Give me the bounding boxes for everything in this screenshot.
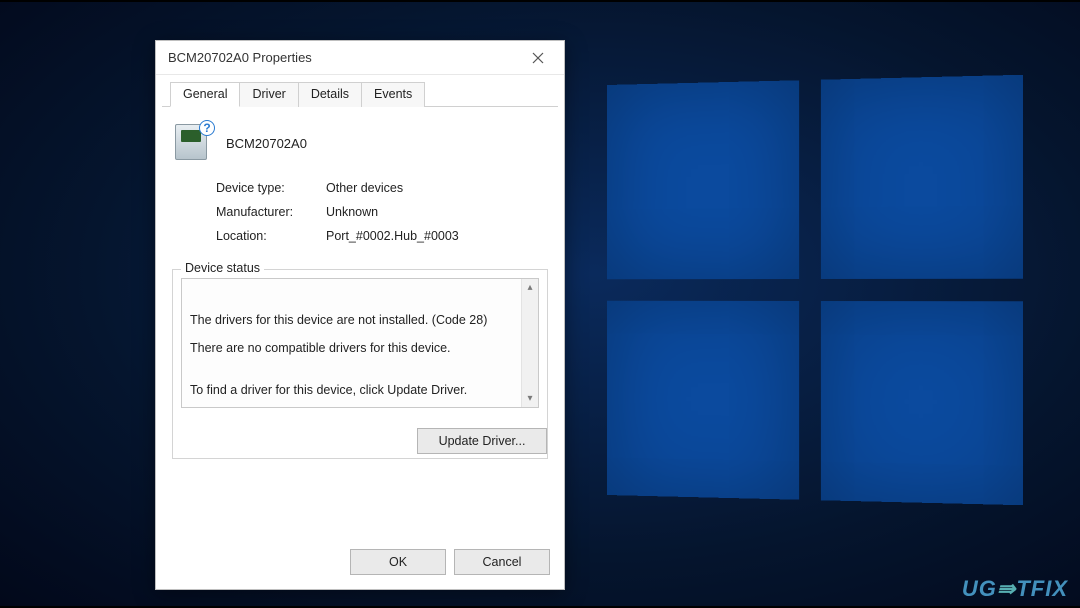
- device-info-grid: Device type: Other devices Manufacturer:…: [216, 181, 548, 243]
- tab-label: General: [183, 87, 227, 101]
- windows-logo: [607, 75, 1023, 505]
- properties-dialog: BCM20702A0 Properties General Driver Det…: [155, 40, 565, 590]
- button-label: Cancel: [483, 555, 522, 569]
- device-status-group: Device status The drivers for this devic…: [172, 269, 548, 459]
- ok-button[interactable]: OK: [350, 549, 446, 575]
- tab-details[interactable]: Details: [298, 82, 362, 107]
- tab-general[interactable]: General: [170, 82, 240, 107]
- tab-strip: General Driver Details Events: [162, 75, 558, 107]
- button-label: Update Driver...: [439, 434, 526, 448]
- window-title: BCM20702A0 Properties: [168, 50, 518, 65]
- location-value: Port_#0002.Hub_#0003: [326, 229, 548, 243]
- location-label: Location:: [216, 229, 326, 243]
- device-name: BCM20702A0: [226, 136, 307, 151]
- question-overlay-icon: ?: [199, 120, 215, 136]
- manufacturer-label: Manufacturer:: [216, 205, 326, 219]
- tab-events[interactable]: Events: [361, 82, 425, 107]
- close-icon: [532, 52, 544, 64]
- cancel-button[interactable]: Cancel: [454, 549, 550, 575]
- device-status-text: The drivers for this device are not inst…: [190, 313, 512, 397]
- scrollbar[interactable]: ▴ ▾: [521, 279, 538, 407]
- tab-label: Details: [311, 87, 349, 101]
- tab-label: Driver: [252, 87, 285, 101]
- dialog-button-row: OK Cancel: [156, 539, 564, 589]
- device-type-label: Device type:: [216, 181, 326, 195]
- watermark-text: UG⇛TFIX: [962, 576, 1068, 602]
- desktop-background: UG⇛TFIX BCM20702A0 Properties General Dr…: [0, 0, 1080, 608]
- tab-driver[interactable]: Driver: [239, 82, 298, 107]
- device-icon: ?: [172, 123, 212, 163]
- device-header: ? BCM20702A0: [172, 123, 548, 163]
- scroll-up-icon[interactable]: ▴: [522, 279, 538, 296]
- device-status-textbox[interactable]: The drivers for this device are not inst…: [181, 278, 539, 408]
- manufacturer-value: Unknown: [326, 205, 548, 219]
- tab-content-general: ? BCM20702A0 Device type: Other devices …: [156, 107, 564, 539]
- update-driver-button[interactable]: Update Driver...: [417, 428, 547, 454]
- device-status-legend: Device status: [181, 261, 264, 275]
- button-label: OK: [389, 555, 407, 569]
- close-button[interactable]: [518, 44, 558, 72]
- letterbox: [0, 0, 1080, 2]
- tab-label: Events: [374, 87, 412, 101]
- scroll-down-icon[interactable]: ▾: [522, 390, 538, 407]
- titlebar[interactable]: BCM20702A0 Properties: [156, 41, 564, 75]
- device-type-value: Other devices: [326, 181, 548, 195]
